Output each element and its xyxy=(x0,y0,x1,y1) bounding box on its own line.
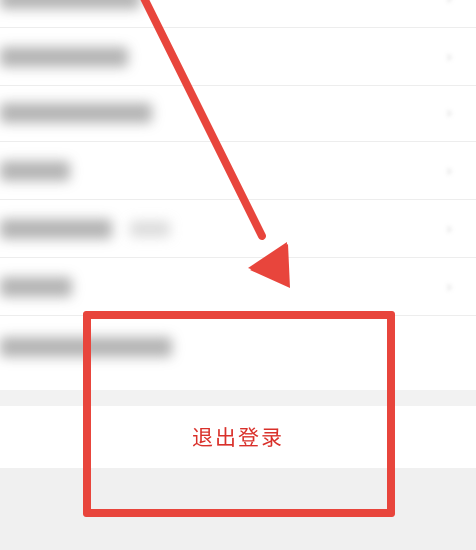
blurred-row-value xyxy=(130,221,170,237)
chevron-right-icon: › xyxy=(446,219,453,238)
blurred-row-label xyxy=(0,161,70,181)
blurred-row-label xyxy=(0,103,152,123)
settings-row[interactable]: › xyxy=(0,200,476,258)
annotation-highlight-box xyxy=(83,311,395,517)
settings-row[interactable]: › xyxy=(0,258,476,316)
chevron-right-icon: › xyxy=(446,161,453,180)
chevron-right-icon: › xyxy=(446,47,453,66)
settings-row[interactable]: › xyxy=(0,0,476,28)
blurred-row-label xyxy=(0,277,72,297)
settings-row[interactable]: › xyxy=(0,84,476,142)
settings-row[interactable]: › xyxy=(0,142,476,200)
settings-row[interactable]: › xyxy=(0,28,476,86)
blurred-row-label xyxy=(0,0,140,9)
chevron-right-icon: › xyxy=(446,103,453,122)
blurred-row-label xyxy=(0,219,112,239)
chevron-right-icon: › xyxy=(446,277,453,296)
chevron-right-icon: › xyxy=(446,0,462,8)
blurred-row-label xyxy=(0,47,128,67)
